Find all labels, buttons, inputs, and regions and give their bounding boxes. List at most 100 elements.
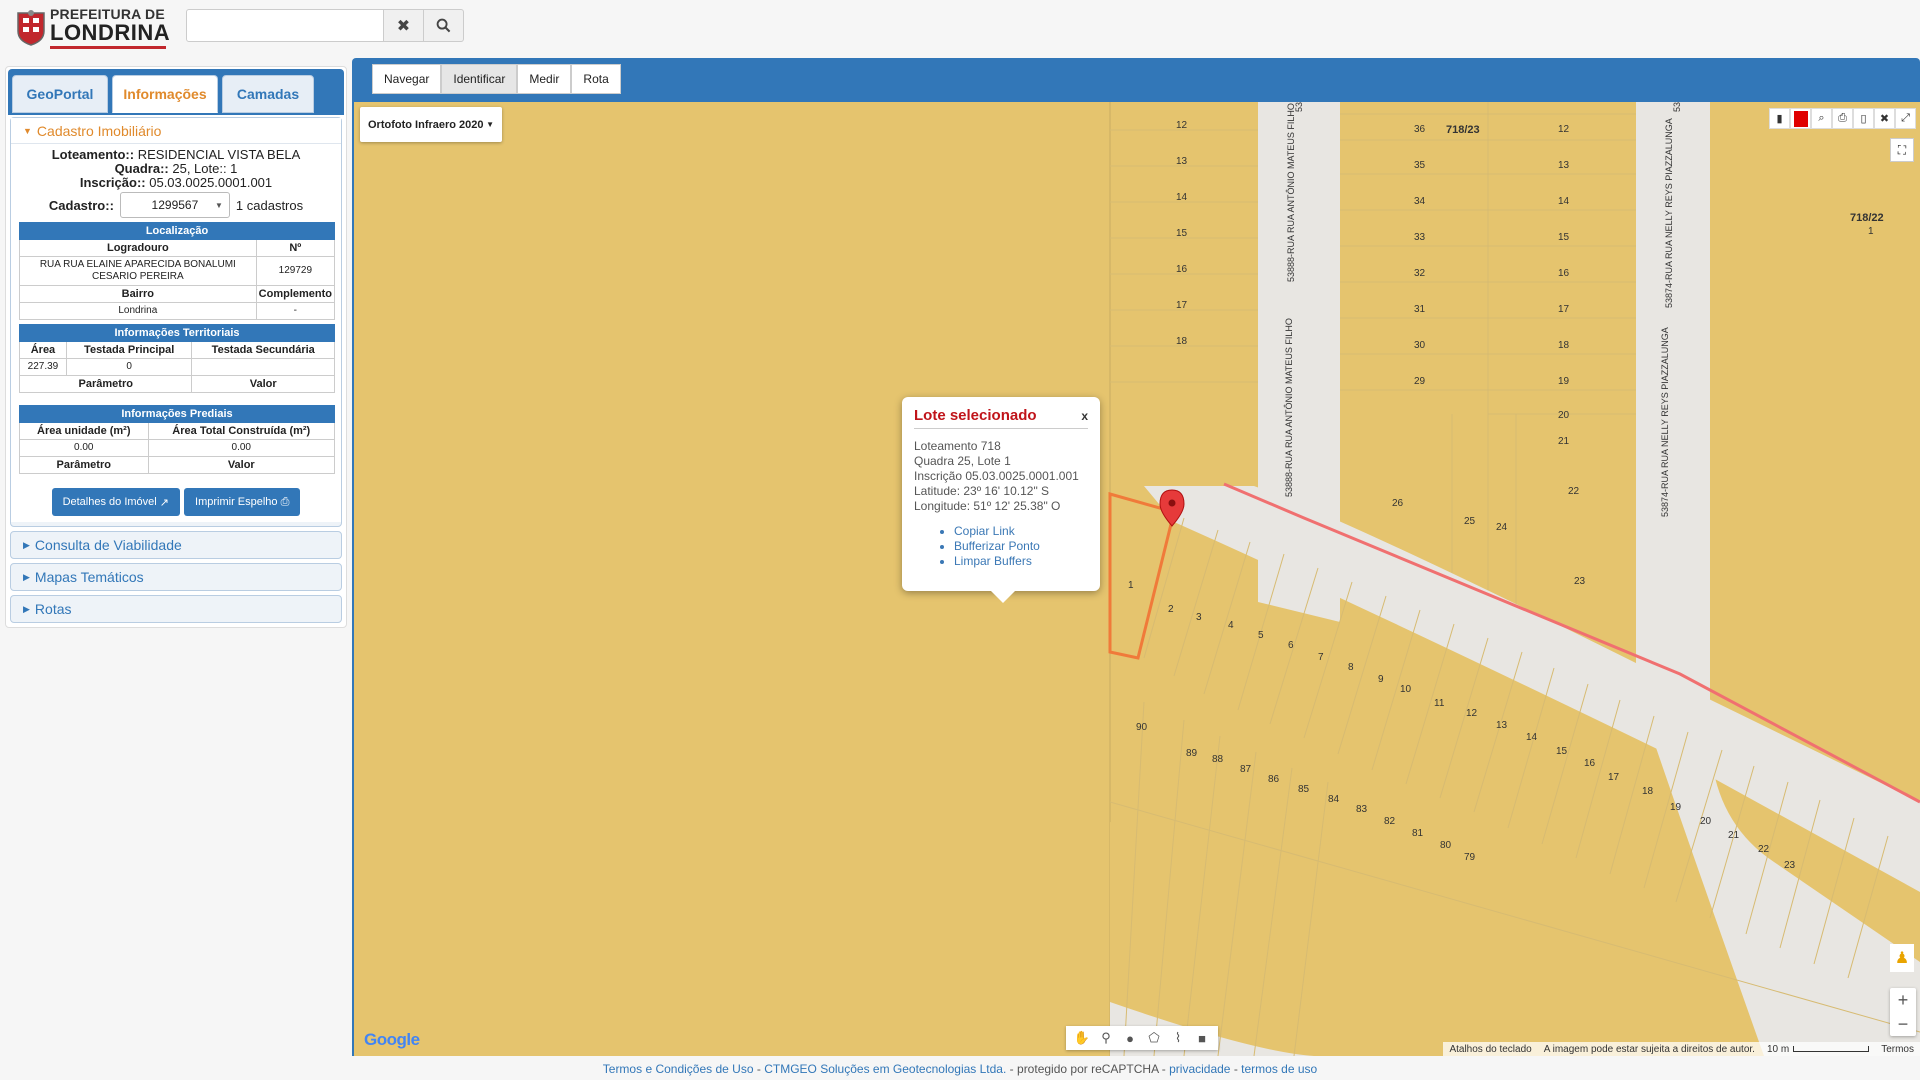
rota-button[interactable]: Rota	[571, 64, 621, 94]
close-icon[interactable]: ✖	[1874, 108, 1895, 129]
lot-number: 6	[1288, 640, 1294, 651]
copiar-link[interactable]: Copiar Link	[954, 524, 1088, 539]
identificar-button[interactable]: Identificar	[441, 64, 518, 94]
inscricao-value: 05.03.0025.0001.001	[149, 175, 273, 190]
search-button[interactable]	[424, 9, 464, 42]
inscricao-row: Inscrição:: 05.03.0025.0001.001	[79, 175, 273, 190]
base-layer-select[interactable]: Ortofoto Infraero 2020 ▼	[360, 107, 502, 142]
zoom-search-icon[interactable]: ⌕	[1811, 108, 1832, 129]
caret-down-icon: ▼	[214, 200, 223, 210]
map-canvas[interactable]: 12 13 14 15 16 17 18 36 35 34 33 32 31 3…	[354, 102, 1920, 1056]
street-label: 53874-RUA RUA NELLY REYS PIAZZALUNGA	[1664, 118, 1674, 308]
lot-number: 18	[1558, 340, 1570, 351]
lot-number: 23	[1574, 576, 1586, 587]
limpar-buffers-link[interactable]: Limpar Buffers	[954, 554, 1088, 569]
prediais-title: Informações Prediais	[19, 405, 335, 423]
prediais-table: Informações Prediais Área unidade (m²) Ár…	[19, 405, 336, 474]
ctmgeo-link[interactable]: CTMGEO Soluções em Geotecnologias Ltda.	[764, 1062, 1006, 1076]
zoom-in-button[interactable]: +	[1890, 988, 1916, 1012]
color-swatch-icon[interactable]	[1790, 108, 1811, 129]
zoom-control: + −	[1890, 988, 1916, 1036]
localizacao-title: Localização	[19, 222, 335, 240]
accordion-viabilidade[interactable]: ▶ Consulta de Viabilidade	[10, 531, 342, 559]
scale-bar[interactable]: 10 m	[1767, 1044, 1870, 1055]
terms-conditions-link[interactable]: Termos e Condições de Uso	[603, 1062, 754, 1076]
accordion-label: Rotas	[34, 601, 72, 617]
loteamento-value: RESIDENCIAL VISTA BELA	[137, 147, 301, 162]
signal-icon[interactable]: ▮	[1769, 108, 1790, 129]
polygon-icon[interactable]: ⬠	[1142, 1030, 1166, 1046]
detalhes-imovel-button[interactable]: Detalhes do Imóvel ↗	[51, 488, 181, 516]
lot-number: 17	[1176, 300, 1188, 311]
numero-value: 129729	[255, 256, 336, 286]
marker-icon[interactable]: ⚲	[1094, 1030, 1118, 1046]
logo[interactable]: PREFEITURA DE LONDRINA	[14, 7, 170, 49]
medir-button[interactable]: Medir	[517, 64, 572, 94]
lot-number: 3	[1196, 612, 1202, 623]
imprimir-espelho-button[interactable]: Imprimir Espelho ⎙	[184, 488, 301, 516]
zoom-out-button[interactable]: −	[1890, 1012, 1916, 1036]
map-tools: ▮ ⌕ ⎙ ▯ ✖ ⤢	[1769, 108, 1916, 129]
accordion-mapas-tematicos[interactable]: ▶ Mapas Temáticos	[10, 563, 342, 591]
lot-number: 19	[1670, 802, 1682, 813]
fullscreen-icon[interactable]: ⛶	[1890, 138, 1914, 162]
search-input[interactable]	[186, 9, 384, 42]
privacy-link[interactable]: privacidade	[1169, 1062, 1230, 1076]
search-icon	[436, 18, 451, 33]
rectangle-icon[interactable]: ■	[1190, 1031, 1214, 1046]
scale-line	[1793, 1046, 1870, 1052]
keyboard-shortcuts-link[interactable]: Atalhos do teclado	[1449, 1044, 1531, 1055]
terms-link[interactable]: Termos	[1881, 1044, 1914, 1055]
clear-search-button[interactable]: ✖	[384, 9, 424, 42]
street-label: 53888-RUA RUA ANTÔNIO MATEUS FILHO	[1284, 318, 1294, 497]
print-icon: ⎙	[280, 495, 290, 508]
expand-icon[interactable]: ⤢	[1895, 108, 1916, 129]
territoriais-title: Informações Territoriais	[19, 324, 335, 342]
cadastro-select[interactable]: 1299567 ▼	[119, 192, 230, 218]
popup-close-button[interactable]: x	[1081, 409, 1088, 423]
lot-number: 15	[1556, 746, 1568, 757]
tab-informacoes[interactable]: Informações	[112, 75, 218, 113]
lot-number: 11	[1434, 698, 1445, 709]
print-icon[interactable]: ⎙	[1832, 108, 1853, 129]
google-logo: Google	[364, 1030, 420, 1049]
lot-number: 19	[1558, 376, 1570, 387]
logo-underline	[50, 46, 166, 49]
bufferizar-ponto-link[interactable]: Bufferizar Ponto	[954, 539, 1088, 554]
circle-icon[interactable]: ●	[1118, 1031, 1142, 1046]
col-bairro: Bairro	[19, 285, 257, 303]
popup-loteamento: Loteamento 718	[914, 439, 1001, 453]
lot-number: 31	[1414, 304, 1426, 315]
pegman-icon[interactable]: ♟	[1890, 944, 1914, 972]
bairro-value: Londrina	[19, 302, 257, 320]
col-parametro: Parâmetro	[19, 456, 149, 474]
lot-number: 5	[1258, 630, 1264, 641]
tab-geoportal[interactable]: GeoPortal	[12, 75, 108, 113]
col-logradouro: Logradouro	[19, 239, 257, 257]
lot-number: 34	[1414, 196, 1426, 207]
col-area-total: Área Total Construída (m²)	[147, 422, 336, 440]
accordion-rotas[interactable]: ▶ Rotas	[10, 595, 342, 623]
tab-camadas[interactable]: Camadas	[222, 75, 314, 113]
cadastro-count: 1 cadastros	[235, 197, 304, 213]
polyline-icon[interactable]: ⌇	[1166, 1030, 1190, 1046]
terms-of-use-link[interactable]: termos de uso	[1241, 1062, 1317, 1076]
lot-number: 21	[1558, 436, 1570, 447]
caret-right-icon: ▶	[23, 539, 30, 550]
search-group: ✖	[186, 9, 464, 42]
logo-line1: PREFEITURA DE	[50, 6, 165, 22]
lot-number: 33	[1414, 232, 1426, 243]
trash-icon[interactable]: ▯	[1853, 108, 1874, 129]
lot-number: 26	[1392, 498, 1404, 509]
external-link-icon: ↗	[159, 496, 170, 509]
lot-number: 87	[1240, 764, 1252, 775]
lot-number: 85	[1298, 784, 1310, 795]
lot-number: 36	[1414, 124, 1426, 135]
cadastro-accordion-header[interactable]: ▼ Cadastro Imobiliário	[11, 118, 341, 144]
cadastro-label: Cadastro::	[48, 197, 114, 213]
navegar-button[interactable]: Navegar	[372, 64, 442, 94]
lot-number: 35	[1414, 160, 1426, 171]
panel-tabs: GeoPortal Informações Camadas	[8, 69, 344, 115]
hand-icon[interactable]: ✋	[1070, 1030, 1094, 1046]
area-total-value: 0.00	[147, 439, 336, 457]
